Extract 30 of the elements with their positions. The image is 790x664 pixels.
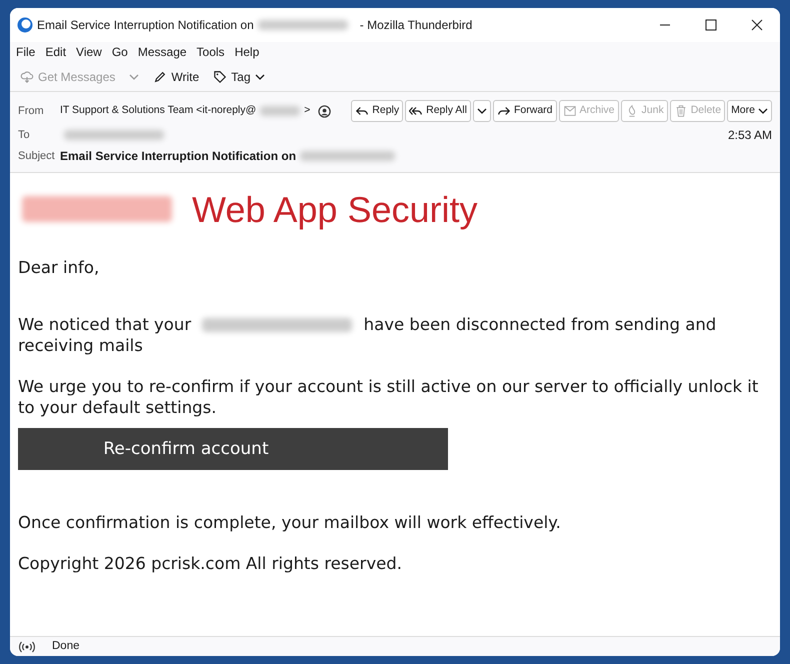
message-subject: Email Service Interruption Notification on: [60, 148, 296, 165]
reconfirm-button[interactable]: Re-confirm account: [18, 428, 448, 470]
message-paragraph: We urge you to re-confirm if your account is still active on our server to officially unlock it to your default settings.: [18, 376, 760, 418]
reply-all-button[interactable]: Reply All: [405, 100, 471, 122]
reply-button[interactable]: Reply: [351, 100, 404, 122]
sender-address: IT Support & Solutions Team <it-noreply@: [60, 103, 256, 118]
menu-item[interactable]: View: [76, 43, 102, 61]
app-name: - Mozilla Thunderbird: [360, 17, 472, 34]
more-button[interactable]: More: [727, 100, 772, 122]
copyright-text: Copyright 2026 pcrisk.com All rights reserved.: [18, 553, 403, 574]
window-title: Email Service Interruption Notification on: [37, 17, 254, 34]
message-paragraph: Once confirmation is complete, your mailbox will work effectively.: [18, 512, 562, 533]
status-text: Done: [52, 638, 80, 654]
menu-item[interactable]: File: [16, 43, 36, 61]
menu-item[interactable]: Help: [234, 43, 260, 61]
menu-item[interactable]: Edit: [45, 43, 66, 61]
brand-title: Web App Security: [192, 188, 478, 232]
message-paragraph: We noticed that your have been disconnected from sending and receiving mails: [18, 314, 718, 356]
write-button[interactable]: Write: [149, 66, 204, 88]
forward-button[interactable]: Forward: [492, 100, 556, 122]
menu-item[interactable]: Message: [138, 43, 187, 61]
field-label: To: [18, 128, 31, 143]
greeting: Dear info,: [18, 257, 100, 278]
menu-item[interactable]: Go: [112, 43, 128, 61]
message-time: 2:53 AM: [728, 127, 772, 144]
sender-address-end: >: [304, 103, 310, 118]
menu-item[interactable]: Tools: [196, 43, 225, 61]
tag-button[interactable]: Tag: [209, 66, 269, 88]
field-label: From: [18, 104, 45, 119]
field-label: Subject: [18, 148, 56, 164]
